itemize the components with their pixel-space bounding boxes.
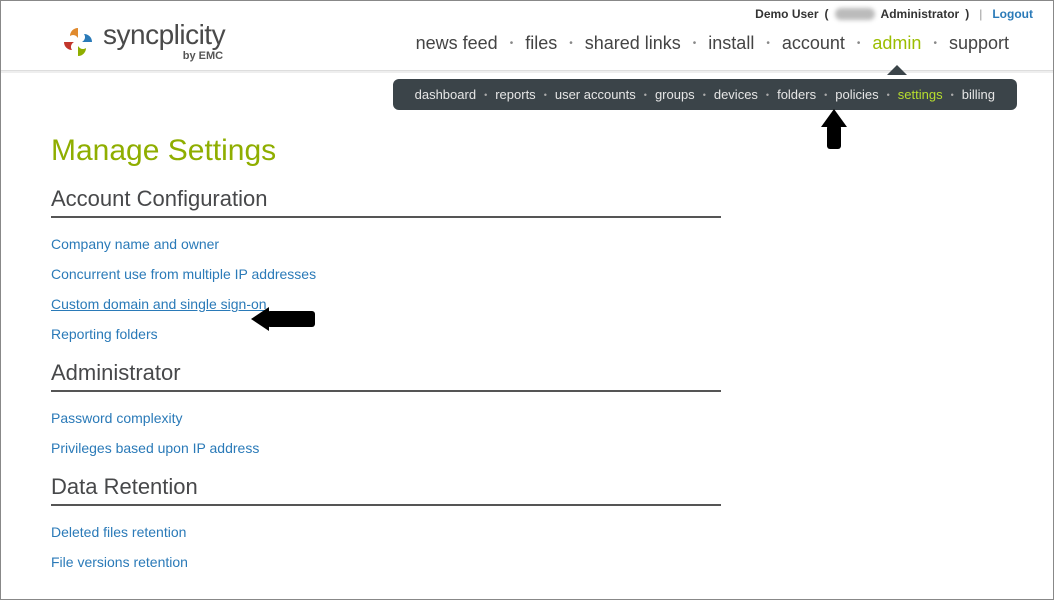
main-content: Manage Settings Account Configuration Co… — [1, 110, 721, 570]
nav-account[interactable]: account — [778, 31, 849, 56]
link-deleted-files-retention[interactable]: Deleted files retention — [51, 524, 186, 540]
role-close-paren: ) — [965, 7, 969, 21]
link-privileges-ip[interactable]: Privileges based upon IP address — [51, 440, 259, 456]
nav-dot: • — [766, 38, 770, 49]
subnav-dashboard[interactable]: dashboard — [415, 87, 476, 102]
subnav-settings[interactable]: settings — [898, 87, 943, 102]
administrator-links: Password complexity Privileges based upo… — [51, 410, 721, 456]
main-nav: news feed • files • shared links • insta… — [412, 31, 1013, 62]
logo[interactable]: syncplicity by EMC — [61, 21, 225, 62]
subnav-billing[interactable]: billing — [962, 87, 995, 102]
link-concurrent-ip[interactable]: Concurrent use from multiple IP addresse… — [51, 266, 316, 282]
logout-link[interactable]: Logout — [992, 7, 1033, 21]
section-data-retention: Data Retention — [51, 474, 721, 506]
top-user-bar: Demo User ( Administrator ) | Logout — [1, 1, 1053, 21]
link-company-name-owner[interactable]: Company name and owner — [51, 236, 219, 252]
nav-dot: • — [857, 38, 861, 49]
logo-text: syncplicity by EMC — [103, 21, 225, 62]
current-user: Demo User — [755, 7, 818, 21]
nav-support[interactable]: support — [945, 31, 1013, 56]
logo-icon — [61, 25, 95, 59]
nav-install[interactable]: install — [704, 31, 758, 56]
nav-files[interactable]: files — [521, 31, 561, 56]
nav-admin[interactable]: admin — [868, 31, 925, 56]
page-title: Manage Settings — [51, 134, 721, 168]
subnav-container: dashboard • reports • user accounts • gr… — [1, 71, 1053, 110]
nav-sharedlinks[interactable]: shared links — [581, 31, 685, 56]
link-password-complexity[interactable]: Password complexity — [51, 410, 183, 426]
data-retention-links: Deleted files retention File versions re… — [51, 524, 721, 570]
subnav-policies[interactable]: policies — [835, 87, 878, 102]
nav-dot: • — [510, 38, 514, 49]
subnav-reports[interactable]: reports — [495, 87, 535, 102]
brand-byline: by EMC — [183, 51, 223, 62]
role-blurred — [835, 8, 875, 20]
header: syncplicity by EMC news feed • files • s… — [1, 21, 1053, 71]
subnav-folders[interactable]: folders — [777, 87, 816, 102]
subnav-useraccounts[interactable]: user accounts — [555, 87, 636, 102]
nav-dot: • — [933, 38, 937, 49]
subnav-groups[interactable]: groups — [655, 87, 695, 102]
admin-subnav: dashboard • reports • user accounts • gr… — [393, 79, 1017, 110]
link-custom-domain-sso[interactable]: Custom domain and single sign-on — [51, 296, 267, 312]
nav-newsfeed[interactable]: news feed — [412, 31, 502, 56]
link-file-versions-retention[interactable]: File versions retention — [51, 554, 188, 570]
brand-name: syncplicity — [103, 21, 225, 49]
account-config-links: Company name and owner Concurrent use fr… — [51, 236, 721, 342]
role-open-paren: ( — [825, 7, 829, 21]
nav-dot: • — [693, 38, 697, 49]
nav-dot: • — [569, 38, 573, 49]
subnav-devices[interactable]: devices — [714, 87, 758, 102]
section-account-configuration: Account Configuration — [51, 186, 721, 218]
topbar-separator: | — [979, 7, 982, 21]
annotation-arrow-up-icon — [821, 109, 847, 151]
section-administrator: Administrator — [51, 360, 721, 392]
role-text: Administrator — [881, 7, 960, 21]
link-reporting-folders[interactable]: Reporting folders — [51, 326, 158, 342]
